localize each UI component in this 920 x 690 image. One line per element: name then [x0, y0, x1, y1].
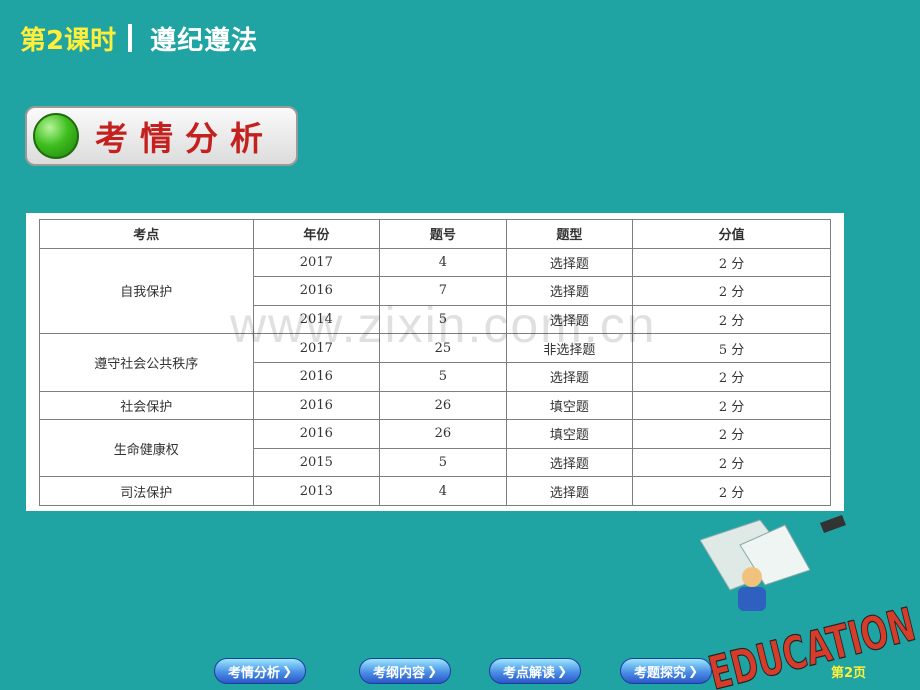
column-header: 分值 — [632, 219, 831, 249]
year-cell: 2015 — [252, 447, 381, 478]
score-cell: 2 分 — [632, 390, 831, 421]
exam-analysis-table: 考点 年份 题号 题型 分值 自我保护 2017 4 选择题 2 分 2016 … — [39, 219, 831, 506]
score-cell: 2 分 — [632, 447, 831, 478]
nav-button-label: 考点解读 — [502, 665, 555, 681]
year-cell: 2016 — [252, 361, 381, 392]
section-title: 考情分析 — [95, 119, 275, 158]
watermark: www.zixin.com.cn — [230, 297, 657, 353]
chevron-right-icon: ❯ — [687, 664, 699, 678]
education-illustration: EDUCATION — [700, 515, 920, 690]
nav-button-exam-analysis[interactable]: 考情分析 ❯ — [214, 658, 306, 684]
lesson-label: 第2课时 — [20, 25, 117, 56]
table-row: 自我保护 2017 4 选择题 2 分 — [39, 247, 831, 335]
number-cell: 26 — [379, 390, 507, 421]
topic-cell: 司法保护 — [39, 476, 254, 506]
score-cell: 2 分 — [632, 276, 831, 306]
topic-cell: 社会保护 — [39, 390, 254, 421]
nav-button-exam-questions[interactable]: 考题探究 ❯ — [620, 658, 712, 684]
column-header: 题号 — [379, 219, 507, 249]
type-cell: 填空题 — [505, 419, 634, 449]
column-header: 年份 — [252, 219, 381, 249]
column-header: 题型 — [505, 219, 634, 249]
lesson-subject: 遵纪遵法 — [150, 25, 259, 56]
table-header-row: 考点 年份 题号 题型 分值 — [39, 219, 831, 249]
number-cell: 5 — [379, 361, 507, 392]
score-cell: 2 分 — [632, 419, 831, 449]
education-word: EDUCATION — [704, 597, 920, 690]
year-cell: 2016 — [252, 419, 381, 449]
year-cell: 2013 — [252, 476, 381, 506]
nav-button-syllabus[interactable]: 考纲内容 ❯ — [359, 658, 451, 684]
table-row: 社会保护 2016 26 填空题 2 分 — [39, 390, 831, 421]
number-cell: 4 — [379, 476, 507, 506]
type-cell: 填空题 — [505, 390, 634, 421]
column-header: 考点 — [39, 219, 254, 249]
nav-button-label: 考纲内容 — [372, 665, 425, 681]
chevron-right-icon: ❯ — [281, 664, 293, 678]
type-cell: 选择题 — [505, 476, 634, 506]
score-cell: 2 分 — [632, 476, 831, 506]
nav-button-label: 考题探究 — [633, 665, 686, 681]
section-badge: 考情分析 — [25, 106, 298, 166]
topic-cell: 自我保护 — [39, 247, 254, 335]
header-divider — [128, 24, 133, 52]
green-circle-icon — [33, 113, 79, 159]
number-cell: 5 — [379, 447, 507, 478]
type-cell: 选择题 — [505, 247, 634, 278]
reader-head — [742, 567, 762, 587]
year-cell: 2016 — [252, 390, 381, 421]
table-row: 司法保护 2013 4 选择题 2 分 — [39, 476, 831, 506]
graduation-cap-icon — [820, 515, 846, 533]
table-row: 生命健康权 2016 26 填空题 2 分 — [39, 419, 831, 478]
chevron-right-icon: ❯ — [556, 664, 568, 678]
number-cell: 26 — [379, 419, 507, 449]
score-cell: 5 分 — [632, 333, 831, 363]
reader-body — [738, 587, 766, 611]
slide-header: 第2课时 遵纪遵法 — [20, 18, 258, 58]
exam-analysis-table-panel: 考点 年份 题号 题型 分值 自我保护 2017 4 选择题 2 分 2016 … — [26, 213, 844, 511]
score-cell: 2 分 — [632, 247, 831, 278]
page-number: 第2页 — [831, 666, 867, 681]
topic-cell: 遵守社会公共秩序 — [39, 333, 254, 392]
score-cell: 2 分 — [632, 361, 831, 392]
topic-cell: 生命健康权 — [39, 419, 254, 478]
nav-button-key-points[interactable]: 考点解读 ❯ — [489, 658, 581, 684]
chevron-right-icon: ❯ — [426, 664, 438, 678]
nav-button-label: 考情分析 — [227, 665, 280, 681]
score-cell: 2 分 — [632, 304, 831, 335]
type-cell: 选择题 — [505, 447, 634, 478]
year-cell: 2017 — [252, 247, 381, 278]
type-cell: 选择题 — [505, 361, 634, 392]
number-cell: 4 — [379, 247, 507, 278]
